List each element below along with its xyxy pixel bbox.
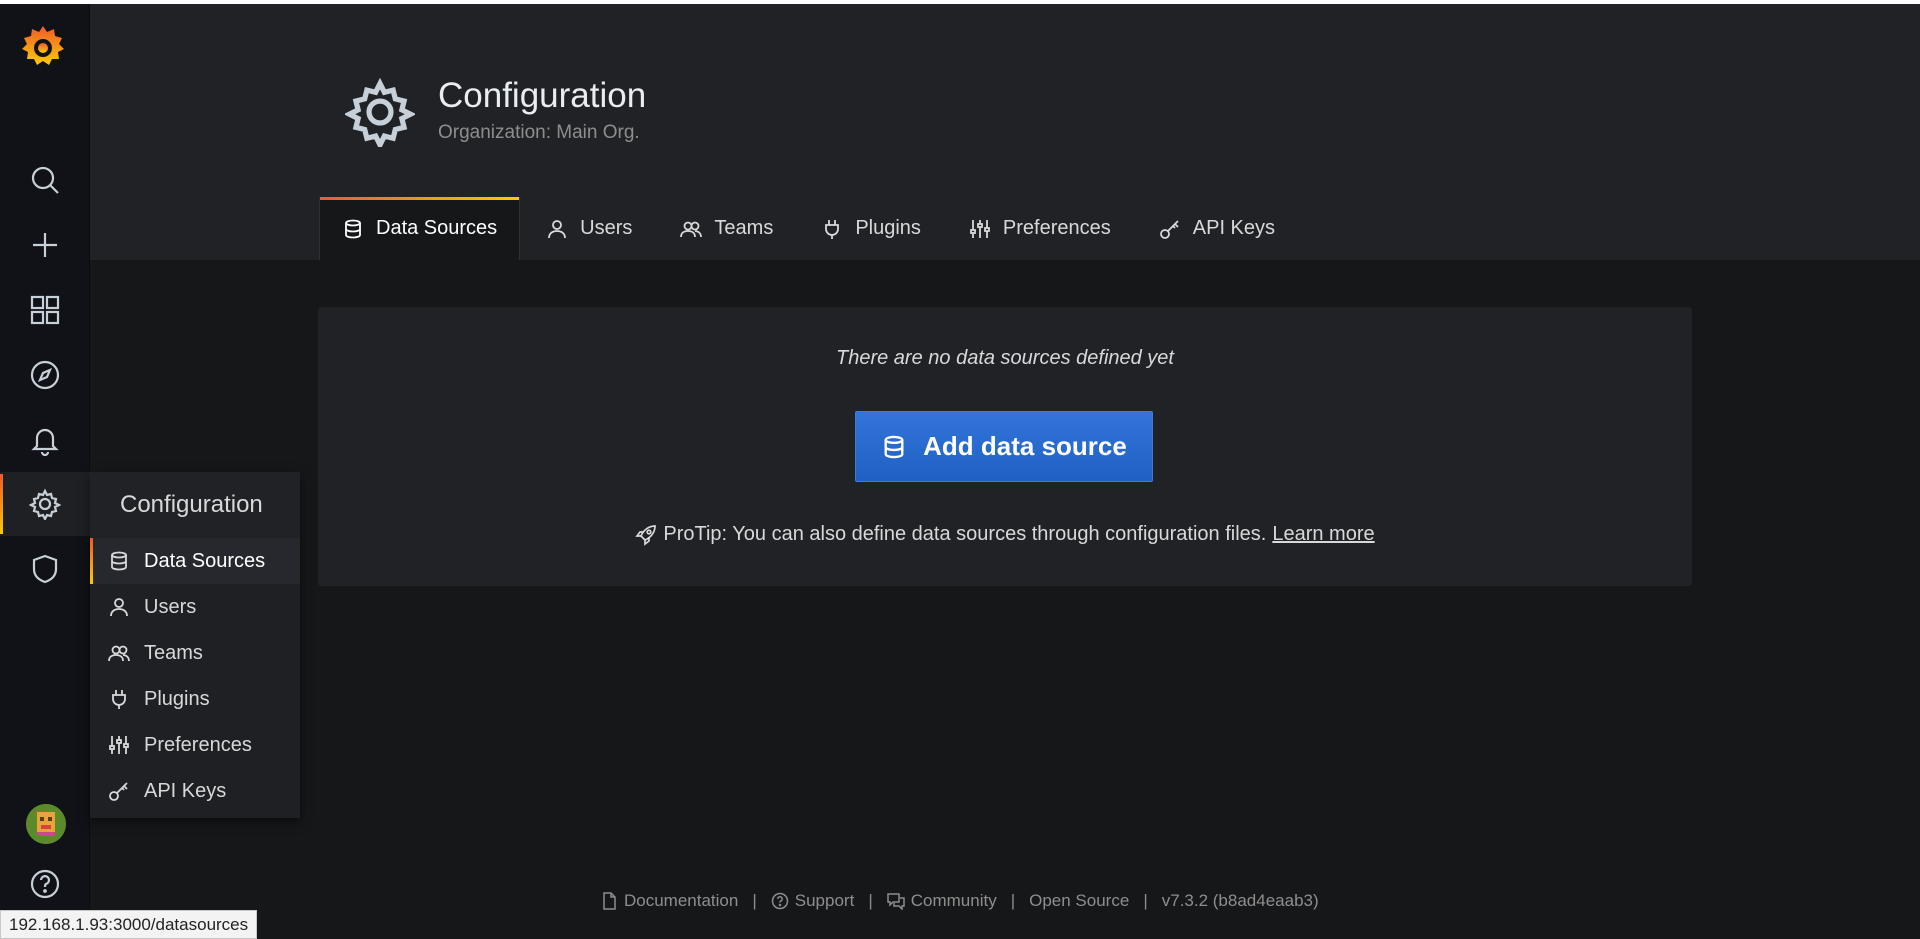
- tab-teams[interactable]: Teams: [658, 197, 795, 260]
- user-icon: [548, 219, 567, 238]
- avatar-icon: [26, 804, 66, 844]
- users-icon: [108, 645, 130, 662]
- config-tabs: Data Sources Users Teams Plugins Prefere…: [319, 197, 1301, 260]
- tab-label: Users: [580, 217, 633, 239]
- tab-label: Data Sources: [376, 217, 498, 239]
- flyout-item-label: Plugins: [144, 687, 210, 710]
- plus-icon: [33, 233, 57, 257]
- flyout-item-label: Users: [144, 595, 197, 618]
- tab-users[interactable]: Users: [524, 197, 654, 260]
- search-icon: [31, 166, 59, 194]
- plug-icon: [112, 690, 126, 709]
- community-link[interactable]: Community: [886, 891, 997, 911]
- footer-separator: |: [1143, 891, 1148, 910]
- page-subtitle: Organization: Main Org.: [438, 122, 640, 143]
- window-top-border: [0, 0, 1920, 4]
- sidebar: [0, 4, 90, 939]
- search-button[interactable]: [0, 148, 90, 212]
- configuration-flyout-menu: Configuration Data Sources Users Teams P…: [90, 472, 300, 818]
- flyout-item-plugins[interactable]: Plugins: [90, 676, 300, 722]
- cog-icon: [29, 488, 61, 520]
- flyout-item-label: Teams: [144, 641, 203, 664]
- users-icon: [680, 221, 703, 237]
- sliders-icon: [109, 736, 129, 754]
- cog-icon: [345, 77, 415, 147]
- rocket-icon: [635, 524, 657, 546]
- sliders-icon: [970, 219, 990, 238]
- apps-icon: [30, 295, 60, 325]
- open-source-link[interactable]: Open Source: [1029, 891, 1129, 911]
- comments-icon: [886, 893, 905, 910]
- version-text: v7.3.2 (b8ad4eaab3): [1161, 891, 1319, 910]
- dashboards-button[interactable]: [0, 278, 90, 342]
- tab-preferences[interactable]: Preferences: [947, 197, 1133, 260]
- empty-state-message: There are no data sources defined yet: [836, 347, 1174, 369]
- user-avatar[interactable]: [26, 804, 66, 844]
- flyout-item-data-sources[interactable]: Data Sources: [90, 538, 300, 584]
- tab-plugins[interactable]: Plugins: [799, 197, 943, 260]
- tab-label: API Keys: [1192, 217, 1276, 239]
- tab-label: Preferences: [1002, 217, 1111, 239]
- flyout-item-api-keys[interactable]: API Keys: [90, 768, 300, 814]
- database-icon: [111, 551, 127, 571]
- key-icon: [1159, 219, 1179, 239]
- add-data-source-button[interactable]: Add data source: [855, 411, 1153, 482]
- compass-icon: [30, 360, 60, 390]
- shield-icon: [32, 554, 58, 584]
- user-icon: [110, 598, 128, 617]
- tab-data-sources[interactable]: Data Sources: [319, 197, 521, 260]
- configuration-button[interactable]: [0, 472, 90, 536]
- server-admin-button[interactable]: [0, 537, 90, 601]
- alerting-button[interactable]: [0, 408, 90, 472]
- footer: Documentation | Support | Community | Op…: [600, 888, 1319, 914]
- tab-label: Plugins: [855, 217, 921, 239]
- status-bar-url: 192.168.1.93:3000/datasources: [0, 910, 258, 939]
- help-icon: [30, 869, 60, 899]
- create-button[interactable]: [0, 213, 90, 277]
- grafana-logo-icon[interactable]: [19, 22, 67, 72]
- empty-state-panel: There are no data sources defined yet Ad…: [318, 307, 1692, 586]
- protip: ProTip: You can also define data sources…: [318, 523, 1692, 546]
- key-icon: [109, 782, 128, 801]
- database-icon: [884, 435, 904, 458]
- document-icon: [603, 892, 616, 910]
- flyout-item-teams[interactable]: Teams: [90, 630, 300, 676]
- help-button[interactable]: [0, 852, 90, 916]
- documentation-link[interactable]: Documentation: [600, 891, 738, 911]
- support-link[interactable]: Support: [771, 891, 855, 911]
- footer-separator: |: [752, 891, 757, 910]
- protip-text: ProTip: You can also define data sources…: [663, 523, 1267, 545]
- support-label: Support: [794, 891, 855, 910]
- flyout-title[interactable]: Configuration: [90, 472, 300, 538]
- footer-separator: |: [868, 891, 873, 910]
- explore-button[interactable]: [0, 343, 90, 407]
- tab-api-keys[interactable]: API Keys: [1137, 197, 1297, 260]
- documentation-label: Documentation: [624, 891, 739, 910]
- page-title: Configuration: [438, 76, 647, 115]
- database-icon: [345, 219, 361, 238]
- learn-more-link[interactable]: Learn more: [1272, 523, 1374, 546]
- page-header: Configuration Organization: Main Org. Da…: [90, 4, 1920, 260]
- plug-icon: [825, 219, 840, 239]
- flyout-item-label: API Keys: [144, 779, 227, 802]
- tab-label: Teams: [714, 217, 774, 239]
- flyout-item-label: Preferences: [144, 733, 252, 756]
- flyout-item-users[interactable]: Users: [90, 584, 300, 630]
- flyout-item-preferences[interactable]: Preferences: [90, 722, 300, 768]
- community-label: Community: [910, 891, 997, 910]
- flyout-item-label: Data Sources: [144, 549, 266, 572]
- bell-icon: [31, 428, 59, 456]
- add-data-source-label: Add data source: [923, 431, 1127, 461]
- question-circle-icon: [771, 892, 789, 910]
- footer-separator: |: [1010, 891, 1016, 910]
